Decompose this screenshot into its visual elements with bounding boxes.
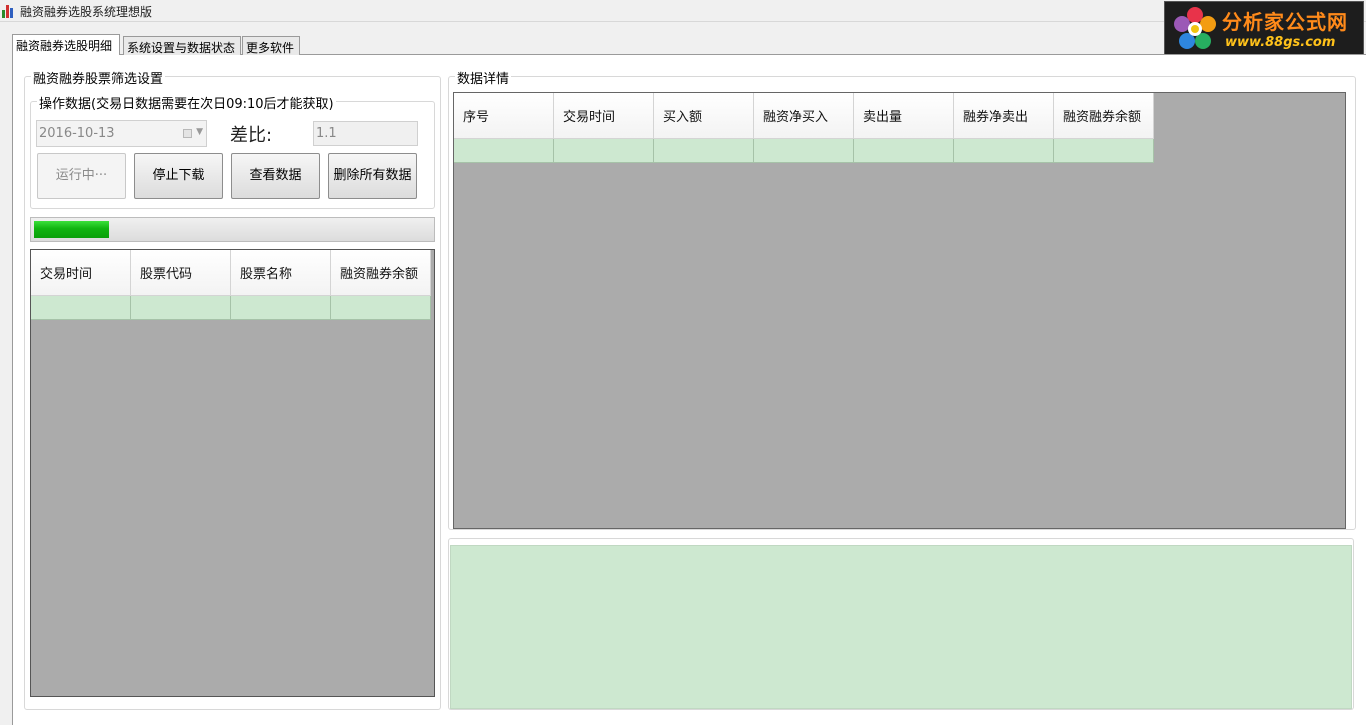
date-picker[interactable]: 2016-10-13 ▼ xyxy=(36,120,207,147)
progress-fill xyxy=(34,221,110,238)
logo-title: 分析家公式网 xyxy=(1222,10,1348,34)
app-chart-icon xyxy=(2,4,16,18)
table-cell[interactable] xyxy=(131,296,231,320)
table-cell[interactable] xyxy=(554,139,654,163)
tab-system-settings[interactable]: 系统设置与数据状态 xyxy=(123,36,241,55)
title-bar: 融资融券选股系统理想版 xyxy=(0,0,1366,22)
log-output-area[interactable] xyxy=(450,545,1352,709)
table-row[interactable] xyxy=(454,139,1154,163)
table-cell[interactable] xyxy=(31,296,131,320)
table-cell[interactable] xyxy=(754,139,854,163)
site-logo: 分析家公式网 www.88gs.com xyxy=(1164,1,1364,56)
window-title: 融资融券选股系统理想版 xyxy=(20,5,153,19)
column-header-margin-balance[interactable]: 融资融券余额 xyxy=(1054,93,1154,139)
table-cell[interactable] xyxy=(454,139,554,163)
data-details-label: 数据详情 xyxy=(455,68,512,87)
ratio-input[interactable]: 1.1 xyxy=(313,121,418,146)
column-header-sell-volume[interactable]: 卖出量 xyxy=(854,93,954,139)
ratio-label: 差比: xyxy=(230,125,273,146)
delete-all-data-button[interactable]: 删除所有数据 xyxy=(328,153,417,199)
data-details-grid[interactable]: 序号 交易时间 买入额 融资净买入 卖出量 融券净卖出 融资融券余额 xyxy=(453,92,1346,529)
download-progress-bar xyxy=(30,217,435,242)
column-header-index[interactable]: 序号 xyxy=(454,93,554,139)
column-header-stock-name[interactable]: 股票名称 xyxy=(231,250,331,296)
table-cell[interactable] xyxy=(331,296,431,320)
tab-more-software[interactable]: 更多软件 xyxy=(242,36,300,55)
tab-margin-stock-detail[interactable]: 融资融券选股明细 xyxy=(12,34,120,55)
chevron-down-icon[interactable]: ▼ xyxy=(196,127,203,137)
logo-url: www.88gs.com xyxy=(1225,35,1336,50)
calendar-icon[interactable] xyxy=(183,129,192,138)
stock-list-header: 交易时间 股票代码 股票名称 融资融券余额 xyxy=(31,250,431,296)
column-header-stock-code[interactable]: 股票代码 xyxy=(131,250,231,296)
table-cell[interactable] xyxy=(954,139,1054,163)
table-cell[interactable] xyxy=(1054,139,1154,163)
date-value: 2016-10-13 xyxy=(39,126,115,141)
operation-data-label: 操作数据(交易日数据需要在次日09:10后才能获取) xyxy=(37,93,336,112)
stop-download-button[interactable]: 停止下载 xyxy=(134,153,223,199)
table-cell[interactable] xyxy=(231,296,331,320)
stock-list-grid[interactable]: 交易时间 股票代码 股票名称 融资融券余额 xyxy=(30,249,435,697)
table-row[interactable] xyxy=(31,296,431,320)
view-data-button[interactable]: 查看数据 xyxy=(231,153,320,199)
data-details-header: 序号 交易时间 买入额 融资净买入 卖出量 融券净卖出 融资融券余额 xyxy=(454,93,1154,139)
column-header-buy-amount[interactable]: 买入额 xyxy=(654,93,754,139)
column-header-margin-balance[interactable]: 融资融券余额 xyxy=(331,250,431,296)
table-cell[interactable] xyxy=(654,139,754,163)
column-header-net-short-sell[interactable]: 融券净卖出 xyxy=(954,93,1054,139)
column-header-trade-time[interactable]: 交易时间 xyxy=(554,93,654,139)
running-button[interactable]: 运行中··· xyxy=(37,153,126,199)
flower-logo-icon xyxy=(1174,7,1216,49)
table-cell[interactable] xyxy=(854,139,954,163)
column-header-trade-time[interactable]: 交易时间 xyxy=(31,250,131,296)
filter-settings-label: 融资融券股票筛选设置 xyxy=(31,68,166,87)
column-header-net-margin-buy[interactable]: 融资净买入 xyxy=(754,93,854,139)
